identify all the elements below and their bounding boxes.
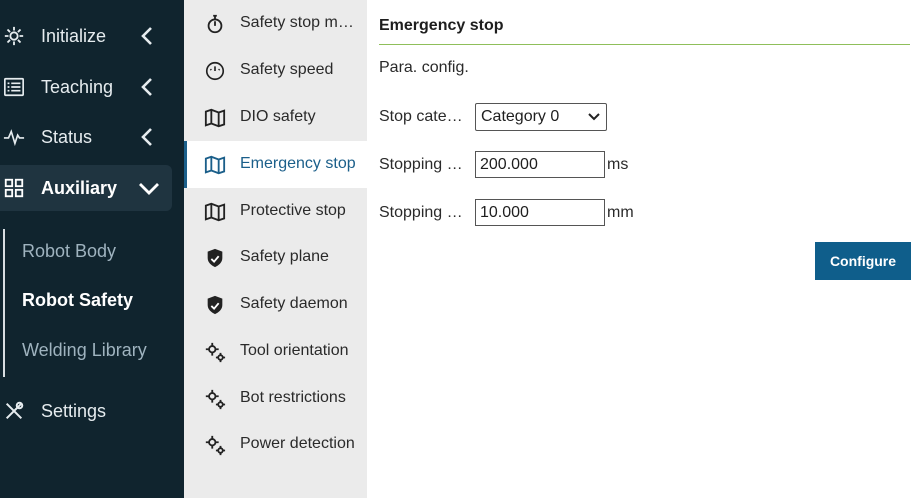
chevron-left-icon (141, 128, 152, 146)
menu-item-safety-stop-mode[interactable]: Safety stop mode (184, 0, 367, 47)
chevron-left-icon (141, 78, 152, 96)
submenu-line (3, 229, 5, 377)
map-icon (204, 202, 226, 222)
stopwatch-icon (207, 14, 223, 34)
menu-label: Safety daemon (240, 295, 348, 312)
page-title: Emergency stop (379, 17, 504, 34)
list-icon (4, 77, 24, 97)
gears-icon (205, 389, 226, 410)
nav-item-status[interactable]: Status (0, 114, 172, 160)
map-icon (204, 108, 226, 128)
pulse-icon (3, 129, 25, 147)
menu-label: Emergency stop (240, 155, 356, 172)
map-icon (204, 155, 226, 175)
nav-item-settings[interactable]: Settings (0, 388, 172, 434)
tools-icon (5, 401, 24, 420)
gears-icon (205, 435, 226, 456)
menu-item-dio-safety[interactable]: DIO safety (184, 94, 367, 141)
menu-label: Protective stop (240, 202, 346, 219)
grid-icon (4, 178, 24, 198)
nav-label-status: Status (41, 126, 93, 147)
stopping-time-input[interactable] (475, 151, 605, 178)
nav-label-settings: Settings (41, 400, 107, 421)
nav-label-teaching: Teaching (41, 76, 114, 97)
stop-category-select[interactable]: Category 0 (475, 103, 607, 131)
stopping-distance-unit: mm (607, 204, 634, 221)
nav-label-initialize: Initialize (41, 25, 107, 46)
nav-item-teaching[interactable]: Teaching (0, 64, 172, 110)
main-sidebar: Initialize Teaching Status Auxiliary Rob… (0, 0, 184, 498)
chevron-left-icon (141, 27, 152, 45)
stop-category-value: Category 0 (481, 108, 560, 125)
menu-item-emergency-stop[interactable]: Emergency stop (184, 141, 367, 188)
menu-label: DIO safety (240, 108, 316, 125)
menu-item-safety-daemon[interactable]: Safety daemon (184, 281, 367, 328)
subnav-item-robot-body[interactable]: Robot Body (22, 241, 116, 262)
speedometer-icon (205, 61, 225, 81)
stop-category-label: Stop category (379, 108, 463, 125)
menu-item-safety-plane[interactable]: Safety plane (184, 234, 367, 281)
stopping-time-label: Stopping time (379, 156, 463, 173)
menu-item-safety-speed[interactable]: Safety speed (184, 47, 367, 94)
menu-label: Safety speed (240, 61, 334, 78)
menu-item-bot-restrictions[interactable]: Bot restrictions (184, 375, 367, 422)
menu-item-protective-stop[interactable]: Protective stop (184, 188, 367, 235)
subnav-item-robot-safety[interactable]: Robot Safety (22, 290, 133, 311)
menu-item-power-detection[interactable]: Power detection (184, 421, 367, 468)
content-panel: Emergency stop Para. config. Stop catego… (367, 0, 921, 498)
menu-label: Safety plane (240, 248, 329, 265)
menu-label: Tool orientation (240, 342, 349, 359)
safety-menu-list: Safety stop mode Safety speed DIO safety… (184, 0, 367, 498)
menu-label: Bot restrictions (240, 389, 346, 406)
shield-icon (207, 295, 223, 315)
gear-icon (4, 26, 24, 46)
chevron-down-icon (139, 183, 159, 195)
menu-label: Safety stop mode (240, 14, 362, 31)
subnav-item-welding-library[interactable]: Welding Library (22, 340, 147, 361)
menu-item-tool-orientation[interactable]: Tool orientation (184, 328, 367, 375)
chevron-down-icon (588, 113, 600, 121)
menu-label: Power detection (240, 435, 355, 452)
configure-button[interactable]: Configure (815, 242, 911, 280)
stopping-distance-input[interactable] (475, 199, 605, 226)
title-divider (379, 44, 910, 45)
stopping-time-unit: ms (607, 156, 629, 173)
shield-icon (207, 248, 223, 268)
stopping-distance-label: Stopping distance (379, 204, 463, 221)
nav-item-initialize[interactable]: Initialize (0, 13, 172, 59)
nav-item-auxiliary[interactable]: Auxiliary (0, 165, 172, 211)
section-heading: Para. config. (379, 59, 469, 76)
nav-label-auxiliary: Auxiliary (41, 177, 118, 198)
gears-icon (205, 342, 226, 363)
